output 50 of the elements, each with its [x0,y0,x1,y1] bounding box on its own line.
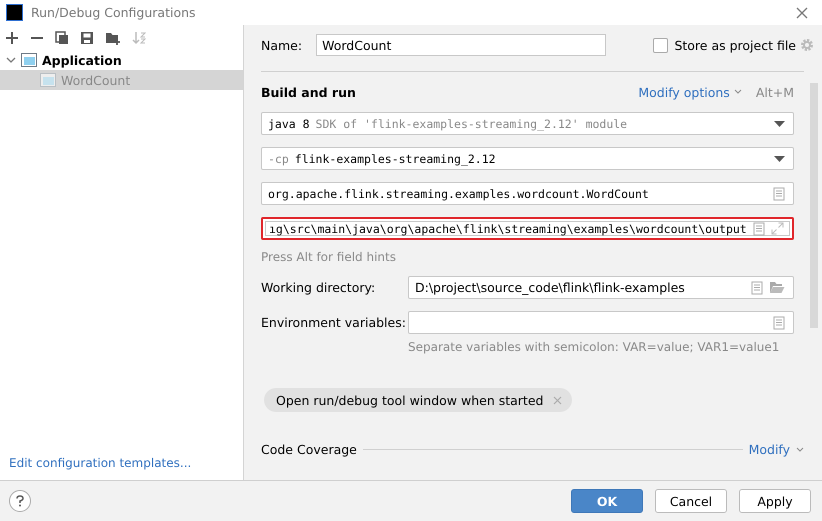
caret-icon [774,156,785,162]
checkbox[interactable] [653,38,668,52]
modify-link[interactable]: Modify [748,442,790,457]
section-title: Code Coverage [261,442,357,457]
copy-icon[interactable] [55,30,69,44]
option-chip[interactable]: Open run/debug tool window when started [264,388,572,412]
window-icon [21,53,37,67]
dropdown[interactable]: -cp flink-examples-streaming_2.12 [261,147,794,170]
checkbox-label: Store as project file [674,38,796,52]
chevron-icon[interactable] [6,55,16,65]
save-icon[interactable] [80,30,94,44]
add-icon[interactable] [5,30,19,44]
gear-icon[interactable] [800,38,814,52]
window-icon [40,73,56,87]
document-icon[interactable] [773,186,785,200]
question-icon [15,495,25,507]
text-field[interactable]: ıg\src\main\java\org\apache\flink\streaming\examples\wordcount\output [261,217,794,240]
tree-item[interactable]: Application [0,50,243,70]
working-directory-field[interactable]: D:\project\source_code\flink\flink-examples [408,276,794,299]
chevron-icon [734,89,742,95]
scrollbar[interactable] [810,83,818,328]
edit-templates-link[interactable]: Edit configuration templates... [0,456,243,480]
sort-icon[interactable] [132,30,146,44]
expand-icon[interactable] [771,222,784,235]
chevron-icon [796,446,804,452]
close-icon[interactable] [796,6,808,18]
section-title: Build and run [261,84,356,100]
hint-text: Separate variables with semicolon: VAR=value; VAR1=value1 [408,340,780,354]
caret-icon [774,120,785,126]
environment-variables-field[interactable] [408,311,794,334]
dialog-button[interactable]: OK [571,489,643,513]
hint-text: Press Alt for field hints [261,250,397,264]
working-directory-label: Working directory: [261,280,376,295]
app-logo-icon [6,4,23,21]
document-icon[interactable] [773,316,785,330]
dropdown[interactable]: java 8 SDK of 'flink-examples-streaming_2.12' module [261,112,794,135]
shortcut-label: Alt+M [756,84,794,100]
help-button[interactable] [9,490,31,512]
modify-options-link[interactable]: Modify options [638,84,730,100]
folder-icon[interactable] [769,281,785,294]
window-title: Run/Debug Configurations [31,5,197,20]
name-field[interactable]: WordCount [316,34,606,56]
new-folder-icon[interactable] [105,30,121,44]
document-icon[interactable] [751,280,763,294]
document-icon[interactable] [753,222,765,236]
name-label: Name: [261,38,302,52]
dialog-button[interactable]: Cancel [655,489,727,513]
text-field[interactable]: org.apache.flink.streaming.examples.wordcount.WordCount [261,182,794,205]
environment-variables-label: Environment variables: [261,315,407,330]
dialog-button[interactable]: Apply [739,489,811,513]
